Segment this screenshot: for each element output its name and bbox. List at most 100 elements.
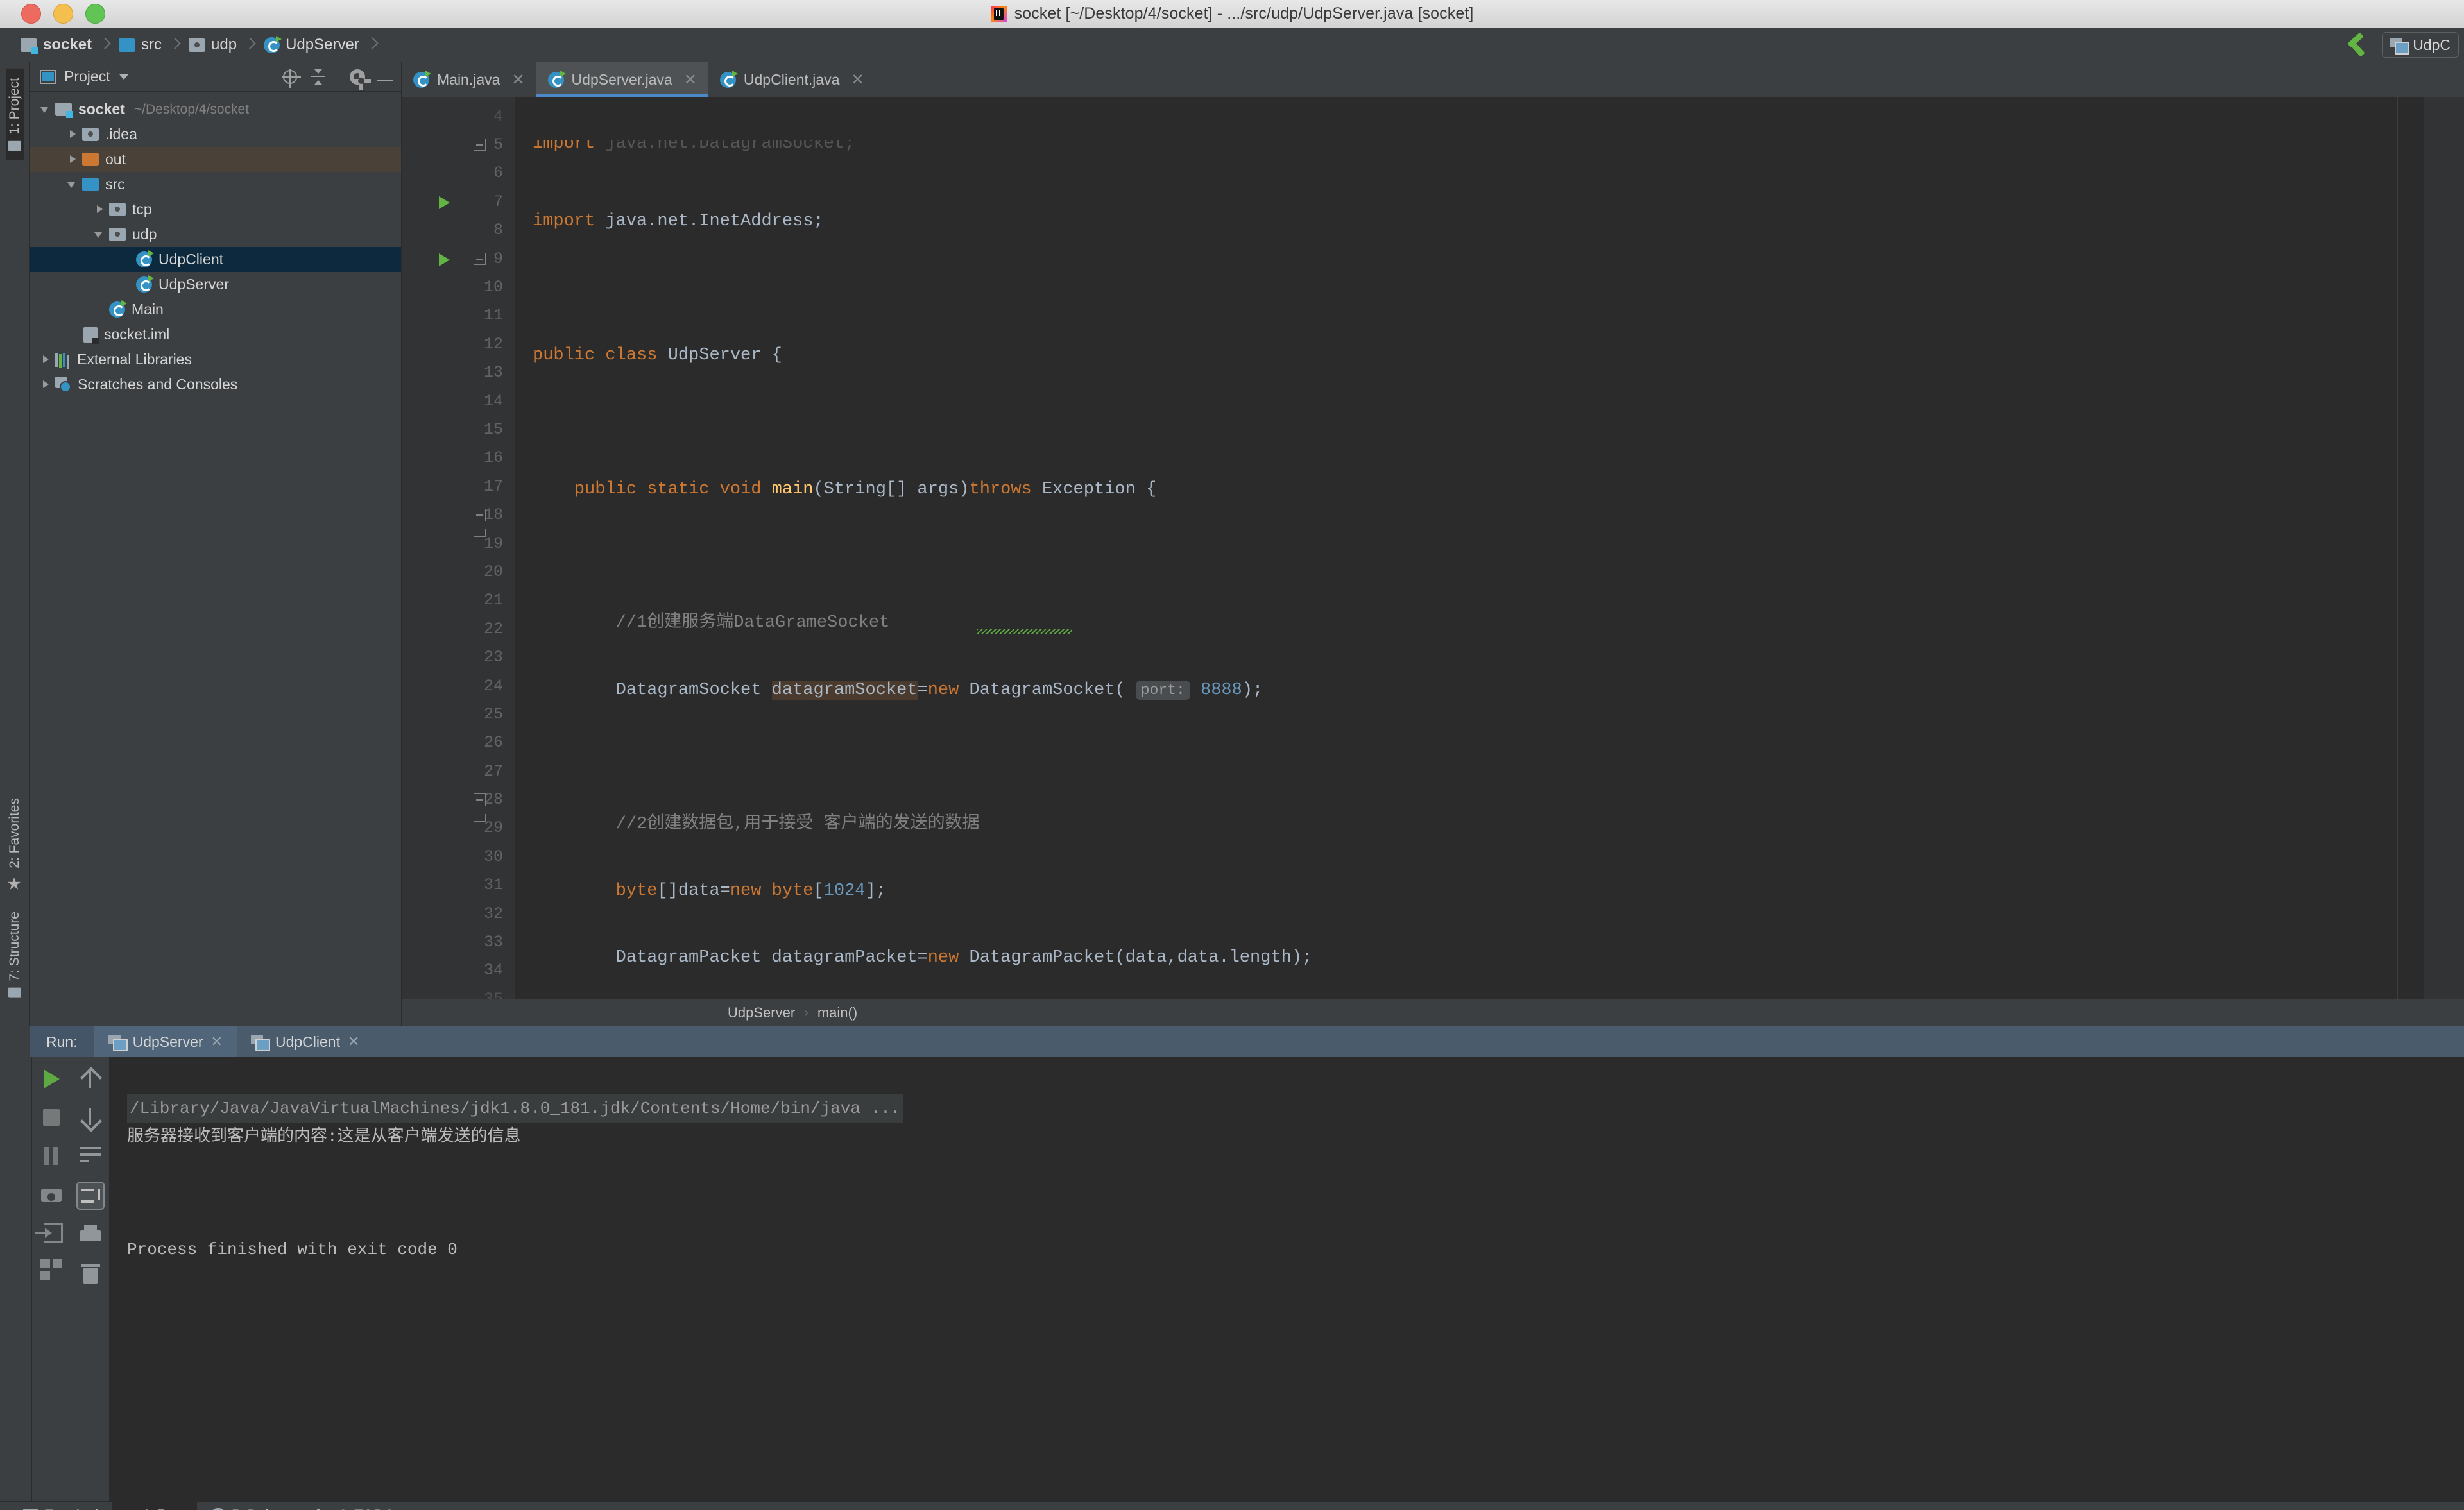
close-icon[interactable]: ✕: [348, 1033, 359, 1050]
editor-viewport[interactable]: 4 5 6 7 8 9 10 11 12 13 14 15 16 17 18 1…: [402, 97, 2464, 999]
fold-marker-icon[interactable]: [474, 793, 486, 806]
fold-marker-icon[interactable]: [474, 253, 486, 265]
gutter-line: 21: [402, 586, 515, 615]
editor-breadcrumb-method[interactable]: main(): [817, 1005, 857, 1021]
minimize-icon[interactable]: [377, 80, 393, 81]
code-token: ];: [866, 881, 886, 901]
breadcrumb-item-socket[interactable]: socket: [14, 28, 94, 62]
breadcrumb-item-udpserver[interactable]: UdpServer: [257, 28, 362, 62]
project-window-icon: [8, 141, 21, 151]
hammer-icon[interactable]: [2345, 32, 2370, 58]
window-title-bar: socket [~/Desktop/4/socket] - .../src/ud…: [0, 0, 2464, 28]
down-arrow-icon[interactable]: [78, 1105, 103, 1130]
tool-tab-favorites[interactable]: ★ 2: Favorites: [5, 789, 24, 903]
status-tool-label: 6: TODO: [339, 1507, 395, 1510]
gutter-line: 29: [402, 814, 515, 842]
tree-node-udpserver[interactable]: UdpServer: [30, 272, 401, 297]
status-tool-run[interactable]: 4: Run: [112, 1502, 197, 1510]
run-gutter-icon[interactable]: [439, 196, 450, 209]
project-panel-title: Project: [64, 68, 110, 85]
collapse-all-icon[interactable]: [309, 68, 327, 86]
editor-breadcrumb-class[interactable]: UdpServer: [728, 1005, 795, 1021]
project-tool-window: Project socket ~/Desktop/4/socket .idea: [30, 62, 402, 1026]
rerun-icon[interactable]: [38, 1066, 64, 1092]
tree-node-tcp[interactable]: tcp: [30, 197, 401, 222]
tree-node-idea[interactable]: .idea: [30, 122, 401, 147]
close-icon[interactable]: ✕: [211, 1033, 223, 1050]
chevron-right-icon[interactable]: [92, 203, 107, 217]
tree-node-socket-iml[interactable]: socket.iml: [30, 322, 401, 347]
tree-node-out[interactable]: out: [30, 147, 401, 172]
gutter-line: 15: [402, 415, 515, 443]
soft-wrap-icon[interactable]: [78, 1143, 103, 1169]
chevron-right-icon[interactable]: [65, 153, 80, 167]
editor-gutter[interactable]: 4 5 6 7 8 9 10 11 12 13 14 15 16 17 18 1…: [402, 97, 515, 999]
pause-icon[interactable]: [38, 1143, 64, 1169]
close-icon[interactable]: ✕: [684, 71, 697, 89]
chevron-down-icon[interactable]: [65, 178, 80, 192]
print-icon[interactable]: [78, 1223, 103, 1248]
tree-node-udp[interactable]: udp: [30, 222, 401, 247]
close-icon[interactable]: ✕: [511, 71, 524, 89]
chevron-right-icon[interactable]: [38, 353, 53, 367]
chevron-right-icon[interactable]: [65, 128, 80, 142]
chevron-right-icon: [368, 37, 376, 53]
fold-marker-icon[interactable]: [474, 509, 486, 521]
status-tool-terminal[interactable]: Terminal: [9, 1502, 112, 1510]
stop-icon[interactable]: [38, 1105, 64, 1130]
status-tool-debug[interactable]: 5: Debug: [197, 1502, 303, 1510]
scroll-to-end-icon[interactable]: [76, 1182, 105, 1210]
editor-tab-udpserver[interactable]: UdpServer.java ✕: [536, 62, 708, 97]
main-content: 1: Project ★ 2: Favorites 7: Structure P…: [0, 62, 2464, 1026]
fold-end-icon[interactable]: [474, 814, 486, 822]
gutter-line: 16: [402, 444, 515, 472]
close-window-button[interactable]: [21, 4, 41, 24]
fold-end-icon[interactable]: [474, 529, 486, 537]
up-arrow-icon[interactable]: [78, 1066, 103, 1092]
code-line-7: public class UdpServer {: [515, 341, 2397, 369]
tree-node-main[interactable]: Main: [30, 297, 401, 322]
status-tool-todo[interactable]: 6: TODO: [303, 1502, 409, 1510]
run-gutter-icon[interactable]: [439, 253, 450, 266]
export-icon[interactable]: [44, 1223, 63, 1243]
chevron-down-icon[interactable]: [119, 74, 128, 80]
minimize-window-button[interactable]: [53, 4, 73, 24]
editor-error-stripe[interactable]: [2424, 97, 2464, 999]
chevron-right-icon[interactable]: [38, 378, 53, 392]
console-output[interactable]: /Library/Java/JavaVirtualMachines/jdk1.8…: [109, 1057, 2464, 1501]
code-line-10: [515, 542, 2397, 570]
tree-node-scratches[interactable]: Scratches and Consoles: [30, 372, 401, 397]
java-class-icon: [413, 72, 429, 88]
tree-node-external-libraries[interactable]: External Libraries: [30, 347, 401, 372]
breadcrumb-label: src: [141, 36, 162, 54]
camera-icon[interactable]: [38, 1182, 64, 1207]
editor-tab-main[interactable]: Main.java ✕: [402, 62, 536, 97]
code-token: new: [928, 948, 959, 967]
run-tab-udpclient[interactable]: UdpClient ✕: [237, 1026, 373, 1057]
layout-icon[interactable]: [38, 1255, 64, 1281]
window-controls[interactable]: [0, 4, 105, 24]
run-tab-udpserver[interactable]: UdpServer ✕: [94, 1026, 237, 1057]
code-content[interactable]: import java.net.DatagramSocket; import j…: [515, 97, 2397, 999]
run-configuration-selector[interactable]: UdpC: [2382, 32, 2459, 58]
close-icon[interactable]: ✕: [851, 71, 864, 89]
tree-node-label: tcp: [132, 201, 152, 218]
chevron-down-icon[interactable]: [38, 103, 53, 117]
code-line-9: public static void main(String[] args)th…: [515, 475, 2397, 504]
tool-tab-structure[interactable]: 7: Structure: [6, 903, 24, 1007]
chevron-down-icon[interactable]: [92, 228, 107, 242]
breadcrumb-item-udp[interactable]: udp: [182, 28, 239, 62]
editor-tab-udpclient[interactable]: UdpClient.java ✕: [708, 62, 876, 97]
tool-tab-project[interactable]: 1: Project: [6, 69, 24, 160]
trash-icon[interactable]: [78, 1261, 103, 1287]
maximize-window-button[interactable]: [85, 4, 105, 24]
breadcrumb-item-src[interactable]: src: [112, 28, 164, 62]
tree-node-src[interactable]: src: [30, 172, 401, 197]
fold-marker-icon[interactable]: [474, 139, 486, 151]
tree-node-udpclient[interactable]: UdpClient: [30, 247, 401, 272]
settings-gear-icon[interactable]: [350, 69, 365, 85]
tree-node-socket[interactable]: socket ~/Desktop/4/socket: [30, 97, 401, 122]
editor-scrollbar[interactable]: [2397, 97, 2424, 999]
gutter-line: 11: [402, 301, 515, 330]
locate-icon[interactable]: [283, 70, 297, 84]
